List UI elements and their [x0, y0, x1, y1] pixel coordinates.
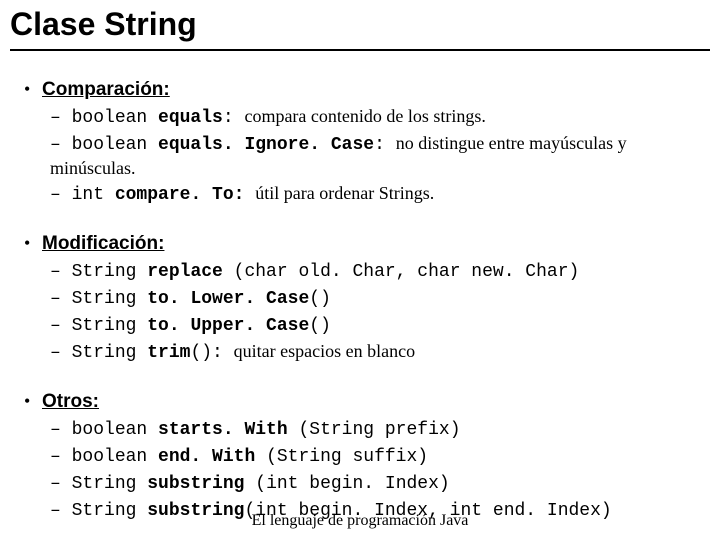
content-area: •Comparación: – boolean equals: compara … [10, 79, 710, 523]
footer-text: El lenguaje de programación Java [0, 512, 720, 530]
method-name: end. With [158, 447, 266, 467]
section-comparacion: •Comparación: – boolean equals: compara … [10, 79, 710, 207]
list-item: – String replace (char old. Char, char n… [50, 259, 710, 284]
return-type: boolean [72, 108, 158, 128]
method-signature: (String suffix) [266, 447, 428, 467]
section-heading: Comparación: [42, 79, 170, 100]
return-type: int [72, 185, 115, 205]
method-name: equals [158, 108, 223, 128]
return-type: String [72, 343, 148, 363]
return-type: String [72, 474, 148, 494]
list-item: – boolean equals: compara contenido de l… [50, 105, 710, 130]
section-modificacion: •Modificación: – String replace (char ol… [10, 233, 710, 365]
return-type: String [72, 262, 148, 282]
method-desc: quitar espacios en blanco [234, 341, 415, 361]
list-item: – int compare. To: útil para ordenar Str… [50, 182, 710, 207]
list-item: – boolean starts. With (String prefix) [50, 417, 710, 442]
return-type: boolean [72, 447, 158, 467]
page-title: Clase String [10, 6, 710, 43]
method-desc: compara contenido de los strings. [244, 106, 485, 126]
title-rule [10, 49, 710, 51]
list-item: – boolean end. With (String suffix) [50, 444, 710, 469]
list-item: – String to. Lower. Case() [50, 286, 710, 311]
method-signature: (int begin. Index) [255, 474, 449, 494]
method-name: starts. With [158, 420, 298, 440]
list-item: – boolean equals. Ignore. Case: no disti… [50, 132, 710, 180]
section-heading: Otros: [42, 391, 99, 412]
list-item: – String substring (int begin. Index) [50, 471, 710, 496]
list-item: – String trim(): quitar espacios en blan… [50, 340, 710, 365]
method-name: to. Upper. Case [147, 316, 309, 336]
method-name: substring [147, 474, 255, 494]
method-name: replace [147, 262, 233, 282]
method-signature: () [309, 289, 331, 309]
return-type: boolean [72, 420, 158, 440]
method-name: to. Lower. Case [147, 289, 309, 309]
method-signature: () [309, 316, 331, 336]
method-signature: (): [190, 343, 233, 363]
method-name: equals. Ignore. Case [158, 135, 374, 155]
return-type: String [72, 316, 148, 336]
section-heading: Modificación: [42, 233, 164, 254]
list-item: – String to. Upper. Case() [50, 313, 710, 338]
method-name: trim [147, 343, 190, 363]
return-type: String [72, 289, 148, 309]
method-desc: útil para ordenar Strings. [255, 183, 434, 203]
section-otros: •Otros: – boolean starts. With (String p… [10, 391, 710, 523]
method-name: compare. To: [115, 185, 255, 205]
method-signature: (char old. Char, char new. Char) [234, 262, 580, 282]
slide: Clase String •Comparación: – boolean equ… [0, 0, 720, 540]
method-signature: (String prefix) [298, 420, 460, 440]
return-type: boolean [72, 135, 158, 155]
method-signature: : [374, 135, 396, 155]
method-signature: : [223, 108, 245, 128]
